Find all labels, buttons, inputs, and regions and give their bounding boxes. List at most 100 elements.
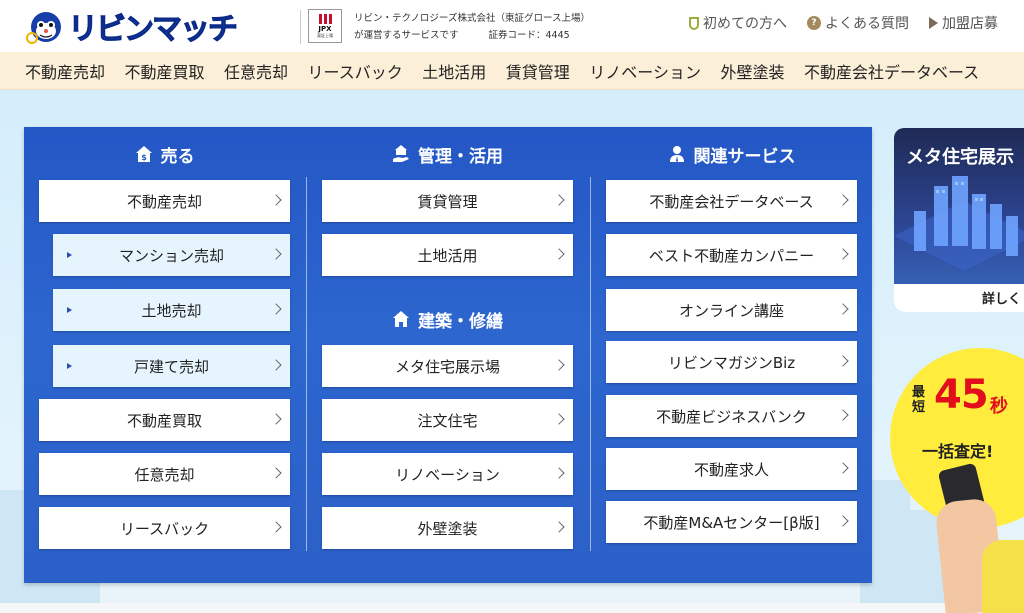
chevron-right-icon <box>837 194 849 206</box>
sell-item-tochi[interactable]: 土地売却 <box>53 289 290 331</box>
chevron-right-icon <box>553 521 565 533</box>
question-icon: ? <box>807 16 821 30</box>
shield-icon <box>689 16 699 30</box>
manage-title: 管理・活用 <box>418 146 503 167</box>
manage-heading: 管理・活用 <box>322 142 573 167</box>
chevron-right-icon <box>553 413 565 425</box>
manage-item-chintai[interactable]: 賃貸管理 <box>322 180 573 222</box>
quick-banner-small: 最短 <box>912 385 926 415</box>
chevron-right-icon <box>837 462 849 474</box>
sell-item-fudosan-baikyaku[interactable]: 不動産売却 <box>39 180 290 222</box>
sleeve-illustration <box>982 540 1024 613</box>
category-tochi-katsuyo[interactable]: 土地活用 <box>422 59 486 83</box>
jpx-sub: 東証上場 <box>317 33 333 38</box>
bullet-icon <box>67 252 72 258</box>
nav-partner[interactable]: 加盟店募 <box>929 13 998 33</box>
chevron-right-icon <box>553 467 565 479</box>
meta-banner-title: メタ住宅展示 <box>906 147 1014 168</box>
city-illustration <box>894 176 1024 271</box>
sell-item-mansion[interactable]: マンション売却 <box>53 234 290 276</box>
related-item-magazine[interactable]: リビンマガジンBiz <box>606 341 857 383</box>
build-item-chumon[interactable]: 注文住宅 <box>322 399 573 441</box>
build-item-gaiheki[interactable]: 外壁塗装 <box>322 507 573 549</box>
chevron-right-icon <box>837 409 849 421</box>
category-leaseback[interactable]: リースバック <box>308 59 403 83</box>
meta-showroom-banner[interactable]: メタ住宅展示 詳しく <box>894 128 1024 312</box>
chevron-right-icon <box>270 521 282 533</box>
chevron-right-icon <box>270 248 282 260</box>
category-bar: 不動産売却 不動産買取 任意売却 リースバック 土地活用 賃貸管理 リノベーショ… <box>0 52 1024 90</box>
service-menu-panel: $ 売る 不動産売却 マンション売却 土地売却 戸建て売却 不動産買取 任意売却… <box>24 127 872 583</box>
category-chintai-kanri[interactable]: 賃貸管理 <box>506 59 570 83</box>
category-fudosan-kaitori[interactable]: 不動産買取 <box>125 59 205 83</box>
house-icon <box>393 311 409 327</box>
chevron-right-icon <box>553 194 565 206</box>
meta-banner-more[interactable]: 詳しく <box>982 288 1021 307</box>
logo-text: リビンマッチ <box>68 12 239 48</box>
chevron-right-icon <box>553 248 565 260</box>
meta-banner-footer: 詳しく <box>894 284 1024 312</box>
jpx-bars-icon <box>318 14 332 24</box>
flag-icon <box>929 17 938 29</box>
category-renovation[interactable]: リノベーション <box>589 59 701 83</box>
hero-bottom-strip <box>0 603 1024 613</box>
related-item-business-bank[interactable]: 不動産ビジネスバンク <box>606 395 857 437</box>
sell-heading: $ 売る <box>39 142 290 167</box>
related-item-database[interactable]: 不動産会社データベース <box>606 180 857 222</box>
company-code: 証券コード：4445 <box>488 30 570 41</box>
category-gaiheki[interactable]: 外壁塗装 <box>720 59 784 83</box>
category-fudosan-baikyaku[interactable]: 不動産売却 <box>25 59 105 83</box>
site-logo[interactable]: リビンマッチ <box>26 5 239 48</box>
svg-text:$: $ <box>141 153 147 162</box>
sell-item-nini[interactable]: 任意売却 <box>39 453 290 495</box>
header-divider <box>300 10 301 44</box>
chevron-right-icon <box>270 359 282 371</box>
chevron-right-icon <box>837 355 849 367</box>
company-info: リビン・テクノロジーズ株式会社（東証グロース上場） が運営するサービスです 証券コ… <box>354 10 590 44</box>
house-yen-icon: $ <box>135 146 152 162</box>
related-item-ma-center[interactable]: 不動産M&Aセンター[β版] <box>606 501 857 543</box>
category-database[interactable]: 不動産会社データベース <box>804 59 979 83</box>
bullet-icon <box>67 307 72 313</box>
nav-faq[interactable]: ? よくある質問 <box>807 13 909 33</box>
house-hand-icon <box>393 145 409 162</box>
chevron-right-icon <box>270 194 282 206</box>
chevron-right-icon <box>270 303 282 315</box>
category-nini-baikyaku[interactable]: 任意売却 <box>224 59 288 83</box>
person-icon <box>669 146 684 162</box>
mascot-icon <box>26 12 61 44</box>
header: リビンマッチ JPX 東証上場 リビン・テクノロジーズ株式会社（東証グロース上場… <box>0 0 1024 52</box>
company-line1: リビン・テクノロジーズ株式会社（東証グロース上場） <box>354 13 590 24</box>
jpx-mark: JPX <box>318 25 332 33</box>
build-item-meta[interactable]: メタ住宅展示場 <box>322 345 573 387</box>
chevron-right-icon <box>837 248 849 260</box>
jpx-badge: JPX 東証上場 <box>308 9 342 43</box>
nav-first-time[interactable]: 初めての方へ <box>689 13 787 33</box>
quick-banner-number: 45 <box>934 372 989 418</box>
related-item-jobs[interactable]: 不動産求人 <box>606 448 857 490</box>
top-nav: 初めての方へ ? よくある質問 加盟店募 <box>689 13 998 33</box>
build-title: 建築・修繕 <box>418 311 503 332</box>
chevron-right-icon <box>270 467 282 479</box>
sell-title: 売る <box>160 146 195 167</box>
column-divider-1 <box>306 177 307 551</box>
quick-banner-caption: 一括査定! <box>922 442 994 461</box>
related-item-online-course[interactable]: オンライン講座 <box>606 289 857 331</box>
manage-item-tochi[interactable]: 土地活用 <box>322 234 573 276</box>
related-item-best-company[interactable]: ベスト不動産カンパニー <box>606 234 857 276</box>
sell-item-kaitori[interactable]: 不動産買取 <box>39 399 290 441</box>
sell-item-leaseback[interactable]: リースバック <box>39 507 290 549</box>
quick-banner-unit: 秒 <box>990 396 1008 417</box>
chevron-right-icon <box>553 359 565 371</box>
related-heading: 関連サービス <box>606 142 857 167</box>
chevron-right-icon <box>270 413 282 425</box>
company-line2: が運営するサービスです <box>354 30 459 41</box>
bullet-icon <box>67 363 72 369</box>
chevron-right-icon <box>837 515 849 527</box>
sell-item-kodate[interactable]: 戸建て売却 <box>53 345 290 387</box>
chevron-right-icon <box>837 303 849 315</box>
related-title: 関連サービス <box>693 146 796 167</box>
build-item-renovation[interactable]: リノベーション <box>322 453 573 495</box>
column-divider-2 <box>590 177 591 551</box>
build-heading: 建築・修繕 <box>322 307 573 332</box>
